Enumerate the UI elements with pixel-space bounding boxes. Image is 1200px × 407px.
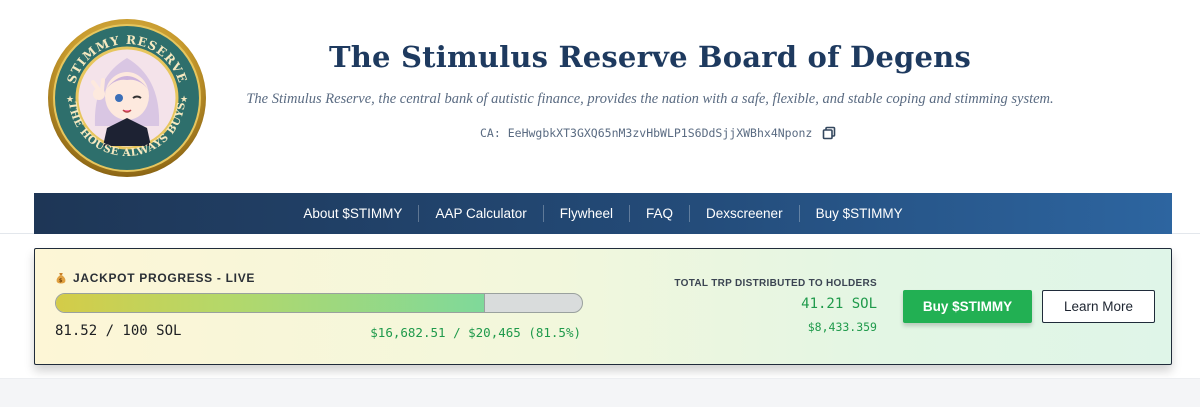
jackpot-heading: $ JACKPOT PROGRESS - LIVE [55,271,255,285]
main-nav: About $STIMMY AAP Calculator Flywheel FA… [34,193,1172,234]
svg-text:★: ★ [180,94,188,104]
svg-text:$: $ [59,278,64,284]
sol-progress-text: 81.52 / 100 SOL [55,323,182,339]
learn-more-button[interactable]: Learn More [1042,290,1155,323]
site-tagline: The Stimulus Reserve, the central bank o… [246,91,1054,107]
buy-stimmy-button[interactable]: Buy $STIMMY [903,290,1032,323]
nav-item-aap-calculator[interactable]: AAP Calculator [419,206,542,221]
page-section-below [0,378,1200,407]
trp-distributed-label: TOTAL TRP DISTRIBUTED TO HOLDERS [674,278,877,289]
jackpot-progress-bar [55,293,583,313]
nav-item-about[interactable]: About $STIMMY [287,206,418,221]
trp-usd-value: $8,433.359 [807,320,877,334]
stimulus-reserve-logo[interactable]: STIMMY RESERVE THE HOUSE ALWAYS BUYS ★ ★ [47,18,207,178]
contract-address-row: CA: EeHwgbkXT3GXQ65nM3zvHbWLP1S6DdSjjXWB… [480,126,836,140]
jackpot-card: $ JACKPOT PROGRESS - LIVE 81.52 / 100 SO… [34,248,1172,365]
jackpot-progress-fill [56,294,485,312]
usd-progress-text: $16,682.51 / $20,465 (81.5%) [370,325,581,340]
trp-sol-value: 41.21 SOL [801,296,877,312]
nav-item-dexscreener[interactable]: Dexscreener [690,206,799,221]
page-title: The Stimulus Reserve Board of Degens [328,40,971,74]
contract-address-label: CA: [480,126,501,140]
money-bag-icon: $ [56,273,66,284]
nav-item-buy[interactable]: Buy $STIMMY [800,206,919,221]
nav-item-faq[interactable]: FAQ [630,206,689,221]
copy-icon[interactable] [822,126,836,140]
nav-item-flywheel[interactable]: Flywheel [544,206,629,221]
jackpot-title: JACKPOT PROGRESS - LIVE [73,271,256,285]
contract-address-value: EeHwgbkXT3GXQ65nM3zvHbWLP1S6DdSjjXWBhx4N… [507,126,813,140]
svg-text:★: ★ [66,94,74,104]
contract-address-text[interactable]: CA: EeHwgbkXT3GXQ65nM3zvHbWLP1S6DdSjjXWB… [480,126,812,140]
